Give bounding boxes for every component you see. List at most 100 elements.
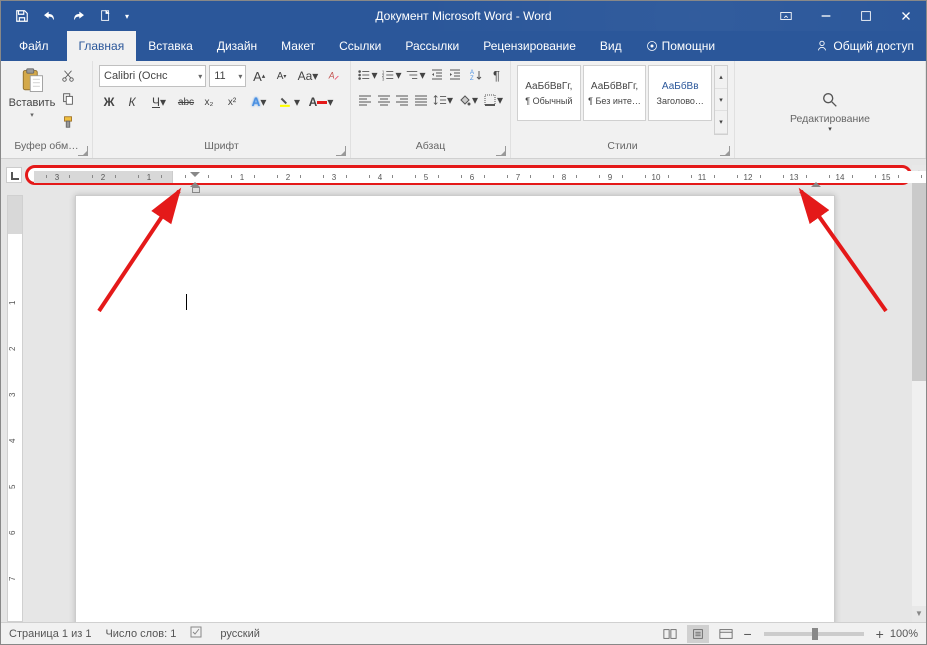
- tab-home[interactable]: Главная: [67, 31, 137, 61]
- styles-group-label: Стили: [607, 140, 637, 152]
- tab-insert[interactable]: Вставка: [136, 31, 205, 61]
- status-bar: Страница 1 из 1 Число слов: 1 русский − …: [1, 622, 926, 644]
- tab-tell-me[interactable]: Помощни: [634, 31, 727, 61]
- borders-icon[interactable]: ▾: [482, 90, 504, 110]
- document-area: 321 12345678910111213141516 17 1234567 ▲…: [1, 159, 926, 622]
- share-button[interactable]: Общий доступ: [803, 31, 926, 61]
- subscript-button[interactable]: x₂: [199, 92, 219, 112]
- maximize-icon[interactable]: [846, 2, 886, 30]
- qat-customize-icon[interactable]: ▾: [121, 2, 133, 30]
- zoom-value[interactable]: 100%: [890, 628, 918, 640]
- decrease-indent-icon[interactable]: [429, 65, 444, 85]
- line-spacing-icon[interactable]: ▾: [432, 90, 454, 110]
- styles-scroll[interactable]: ▴▾▾: [714, 65, 728, 135]
- shading-icon[interactable]: ▾: [457, 90, 479, 110]
- scroll-down-icon[interactable]: ▼: [912, 606, 926, 622]
- numbering-icon[interactable]: 123▾: [381, 65, 402, 85]
- copy-icon[interactable]: [61, 92, 75, 109]
- ribbon: Вставить ▾ Буфер обм… Calibri (Оснс 11 A…: [1, 61, 926, 159]
- editing-group-label: Редактирование: [790, 113, 870, 125]
- tab-layout[interactable]: Макет: [269, 31, 327, 61]
- status-page[interactable]: Страница 1 из 1: [9, 628, 91, 640]
- save-icon[interactable]: [9, 2, 35, 30]
- multilevel-icon[interactable]: ▾: [405, 65, 426, 85]
- zoom-slider[interactable]: [764, 632, 864, 636]
- tab-selector[interactable]: [6, 167, 22, 183]
- status-language[interactable]: русский: [220, 628, 259, 640]
- cut-icon[interactable]: [61, 69, 75, 86]
- redo-icon[interactable]: [65, 2, 91, 30]
- tab-file[interactable]: Файл: [1, 31, 67, 61]
- clear-format-icon[interactable]: A: [325, 66, 344, 86]
- clipboard-icon: [18, 67, 46, 95]
- sort-icon[interactable]: AZ: [465, 65, 486, 85]
- quick-access-toolbar: ▾: [1, 2, 133, 30]
- shrink-font-icon[interactable]: A▾: [272, 66, 291, 86]
- tab-view[interactable]: Вид: [588, 31, 634, 61]
- font-name-combo[interactable]: Calibri (Оснс: [99, 65, 206, 87]
- bullets-icon[interactable]: ▾: [357, 65, 378, 85]
- bold-button[interactable]: Ж: [99, 92, 119, 112]
- paragraph-dialog-launcher[interactable]: [496, 146, 506, 156]
- style-no-spacing[interactable]: АаБбВвГг,¶ Без инте…: [583, 65, 647, 121]
- superscript-button[interactable]: x²: [222, 92, 242, 112]
- style-normal[interactable]: АаБбВвГг,¶ Обычный: [517, 65, 581, 121]
- tab-design[interactable]: Дизайн: [205, 31, 269, 61]
- zoom-in-icon[interactable]: +: [876, 626, 884, 642]
- clipboard-dialog-launcher[interactable]: [78, 146, 88, 156]
- style-heading1[interactable]: АаБбВвЗаголово…: [648, 65, 712, 121]
- justify-icon[interactable]: [413, 90, 429, 110]
- font-dialog-launcher[interactable]: [336, 146, 346, 156]
- undo-icon[interactable]: [37, 2, 63, 30]
- zoom-out-icon[interactable]: −: [743, 626, 751, 642]
- group-font: Calibri (Оснс 11 A▴ A▾ Aa▾ A Ж К Ч▾ abc …: [93, 61, 351, 158]
- group-styles: АаБбВвГг,¶ Обычный АаБбВвГг,¶ Без инте… …: [511, 61, 735, 158]
- scroll-thumb[interactable]: [912, 181, 926, 381]
- styles-dialog-launcher[interactable]: [720, 146, 730, 156]
- tell-me-label: Помощни: [662, 39, 715, 53]
- clipboard-group-label: Буфер обм…: [14, 140, 78, 152]
- vertical-scrollbar[interactable]: ▲ ▼: [912, 165, 926, 622]
- italic-button[interactable]: К: [122, 92, 142, 112]
- paste-button[interactable]: Вставить ▾: [7, 65, 57, 135]
- strikethrough-button[interactable]: abc: [176, 92, 196, 112]
- share-label: Общий доступ: [833, 39, 914, 53]
- group-paragraph: ▾ 123▾ ▾ AZ ¶ ▾ ▾ ▾ Абзац: [351, 61, 511, 158]
- annotation-arrow-left: [89, 181, 199, 321]
- minimize-icon[interactable]: [806, 2, 846, 30]
- text-effects-icon[interactable]: A▾: [245, 92, 273, 112]
- highlight-icon[interactable]: ▾: [276, 92, 304, 112]
- svg-text:A: A: [328, 71, 335, 81]
- font-size-combo[interactable]: 11: [209, 65, 246, 87]
- align-left-icon[interactable]: [357, 90, 373, 110]
- new-doc-icon[interactable]: [93, 2, 119, 30]
- title-bar: ▾ Документ Microsoft Word - Word: [1, 1, 926, 31]
- underline-button[interactable]: Ч▾: [145, 92, 173, 112]
- change-case-icon[interactable]: Aa▾: [294, 66, 321, 86]
- group-editing[interactable]: Редактирование ▾: [735, 61, 926, 158]
- window-controls: [766, 2, 926, 30]
- show-marks-icon[interactable]: ¶: [489, 65, 504, 85]
- paste-label: Вставить: [9, 97, 56, 109]
- tab-references[interactable]: Ссылки: [327, 31, 393, 61]
- view-print-icon[interactable]: [687, 625, 709, 643]
- view-read-icon[interactable]: [659, 625, 681, 643]
- font-color-icon[interactable]: A▾: [307, 92, 335, 112]
- view-web-icon[interactable]: [715, 625, 737, 643]
- status-words[interactable]: Число слов: 1: [105, 628, 176, 640]
- ribbon-options-icon[interactable]: [766, 2, 806, 30]
- tab-review[interactable]: Рецензирование: [471, 31, 588, 61]
- spellcheck-icon[interactable]: [190, 625, 206, 642]
- svg-text:Z: Z: [470, 76, 474, 82]
- annotation-arrow-right: [786, 181, 896, 321]
- grow-font-icon[interactable]: A▴: [249, 66, 268, 86]
- increase-indent-icon[interactable]: [447, 65, 462, 85]
- align-center-icon[interactable]: [376, 90, 392, 110]
- align-right-icon[interactable]: [394, 90, 410, 110]
- close-icon[interactable]: [886, 2, 926, 30]
- paragraph-group-label: Абзац: [416, 140, 445, 152]
- window-title: Документ Microsoft Word - Word: [375, 9, 551, 23]
- vertical-ruler[interactable]: 1234567: [7, 195, 23, 622]
- tab-mailings[interactable]: Рассылки: [393, 31, 471, 61]
- format-painter-icon[interactable]: [61, 115, 75, 132]
